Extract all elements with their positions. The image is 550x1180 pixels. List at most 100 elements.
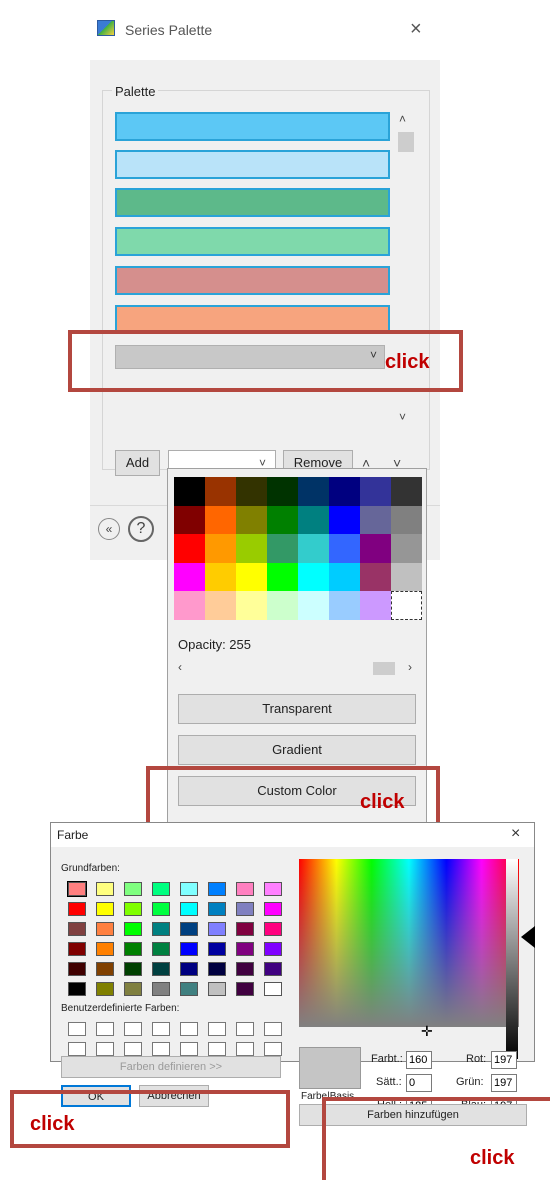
custom-color-slot[interactable] <box>124 1022 142 1036</box>
palette-swatch[interactable] <box>115 227 390 256</box>
basic-color-swatch[interactable] <box>208 922 226 936</box>
saturation-field[interactable]: 0 <box>406 1074 432 1092</box>
color-spectrum[interactable] <box>299 859 519 1027</box>
color-swatch[interactable] <box>391 505 422 535</box>
basic-color-swatch[interactable] <box>180 942 198 956</box>
color-swatch[interactable] <box>205 534 236 563</box>
color-swatch[interactable] <box>236 562 267 592</box>
palette-scroll-thumb[interactable] <box>398 132 414 152</box>
custom-color-slot[interactable] <box>96 1042 114 1056</box>
color-swatch[interactable] <box>267 534 298 563</box>
color-swatch[interactable] <box>236 477 267 506</box>
color-swatch[interactable] <box>329 505 360 535</box>
color-swatch[interactable] <box>329 534 360 563</box>
basic-color-swatch[interactable] <box>68 922 86 936</box>
basic-color-swatch[interactable] <box>236 982 254 996</box>
help-icon[interactable]: ? <box>128 516 154 542</box>
color-swatch[interactable] <box>360 534 391 563</box>
color-swatch[interactable] <box>205 477 236 506</box>
hue-field[interactable]: 160 <box>406 1051 432 1069</box>
basic-color-swatch[interactable] <box>180 902 198 916</box>
basic-color-swatch[interactable] <box>236 882 254 896</box>
color-swatch[interactable] <box>236 505 267 535</box>
color-swatch[interactable] <box>360 591 391 620</box>
collapse-icon[interactable]: « <box>98 518 120 540</box>
basic-color-swatch[interactable] <box>152 882 170 896</box>
basic-color-swatch[interactable] <box>124 882 142 896</box>
close-icon[interactable]: × <box>511 825 520 843</box>
basic-color-swatch[interactable] <box>124 982 142 996</box>
color-swatch[interactable] <box>298 477 329 506</box>
gradient-button[interactable]: Gradient <box>178 735 416 765</box>
basic-color-swatch[interactable] <box>208 962 226 976</box>
scroll-up-icon[interactable]: ˄ <box>399 112 406 126</box>
color-swatch[interactable] <box>236 534 267 563</box>
basic-color-swatch[interactable] <box>208 902 226 916</box>
color-swatch[interactable] <box>391 534 422 563</box>
custom-color-slot[interactable] <box>264 1042 282 1056</box>
color-swatch[interactable] <box>174 534 205 563</box>
chevron-left-icon[interactable]: ‹ <box>178 660 182 674</box>
basic-color-swatch[interactable] <box>96 922 114 936</box>
basic-color-swatch[interactable] <box>152 902 170 916</box>
color-swatch[interactable] <box>298 505 329 535</box>
basic-color-swatch[interactable] <box>124 902 142 916</box>
basic-color-swatch[interactable] <box>96 902 114 916</box>
chevron-right-icon[interactable]: › <box>408 660 412 674</box>
color-swatch[interactable] <box>174 505 205 535</box>
basic-color-swatch[interactable] <box>152 922 170 936</box>
basic-color-swatch[interactable] <box>124 922 142 936</box>
basic-color-swatch[interactable] <box>68 942 86 956</box>
scroll-down-icon[interactable]: ˅ <box>399 410 406 424</box>
basic-color-swatch[interactable] <box>180 962 198 976</box>
color-swatch[interactable] <box>205 562 236 592</box>
color-swatch[interactable] <box>360 562 391 592</box>
custom-color-slot[interactable] <box>68 1042 86 1056</box>
basic-color-swatch[interactable] <box>68 902 86 916</box>
basic-color-swatch[interactable] <box>208 942 226 956</box>
basic-color-swatch[interactable] <box>236 922 254 936</box>
custom-color-slot[interactable] <box>208 1022 226 1036</box>
basic-color-swatch[interactable] <box>68 962 86 976</box>
color-swatch[interactable] <box>329 477 360 506</box>
color-swatch[interactable] <box>391 562 422 592</box>
custom-color-slot[interactable] <box>152 1042 170 1056</box>
color-swatch[interactable] <box>298 534 329 563</box>
custom-color-slot[interactable] <box>236 1042 254 1056</box>
color-swatch[interactable] <box>267 591 298 620</box>
palette-swatch[interactable] <box>115 188 390 217</box>
color-swatch[interactable] <box>205 505 236 535</box>
basic-color-swatch[interactable] <box>264 942 282 956</box>
define-colors-button[interactable]: Farben definieren >> <box>61 1056 281 1078</box>
custom-color-slot[interactable] <box>180 1022 198 1036</box>
basic-color-swatch[interactable] <box>236 942 254 956</box>
color-swatch[interactable] <box>267 562 298 592</box>
basic-color-swatch[interactable] <box>180 882 198 896</box>
color-swatch[interactable] <box>329 562 360 592</box>
color-swatch[interactable] <box>298 562 329 592</box>
palette-swatch[interactable] <box>115 112 390 141</box>
basic-color-swatch[interactable] <box>208 982 226 996</box>
color-swatch[interactable] <box>174 477 205 506</box>
custom-color-slot[interactable] <box>236 1022 254 1036</box>
palette-swatch[interactable] <box>115 266 390 295</box>
basic-color-swatch[interactable] <box>180 922 198 936</box>
custom-color-slot[interactable] <box>208 1042 226 1056</box>
color-swatch[interactable] <box>205 591 236 620</box>
basic-color-swatch[interactable] <box>236 902 254 916</box>
luminosity-arrow-icon[interactable] <box>521 926 535 948</box>
custom-color-slot[interactable] <box>68 1022 86 1036</box>
opacity-slider-thumb[interactable] <box>373 662 395 675</box>
color-swatch[interactable] <box>174 591 205 620</box>
basic-color-swatch[interactable] <box>264 922 282 936</box>
basic-color-swatch[interactable] <box>96 982 114 996</box>
color-swatch[interactable] <box>267 505 298 535</box>
green-field[interactable]: 197 <box>491 1074 517 1092</box>
add-button[interactable]: Add <box>115 450 160 476</box>
basic-color-swatch[interactable] <box>264 902 282 916</box>
color-swatch[interactable] <box>236 591 267 620</box>
luminosity-bar[interactable] <box>506 859 518 1059</box>
basic-color-swatch[interactable] <box>264 882 282 896</box>
custom-color-slot[interactable] <box>180 1042 198 1056</box>
basic-color-swatch[interactable] <box>68 982 86 996</box>
